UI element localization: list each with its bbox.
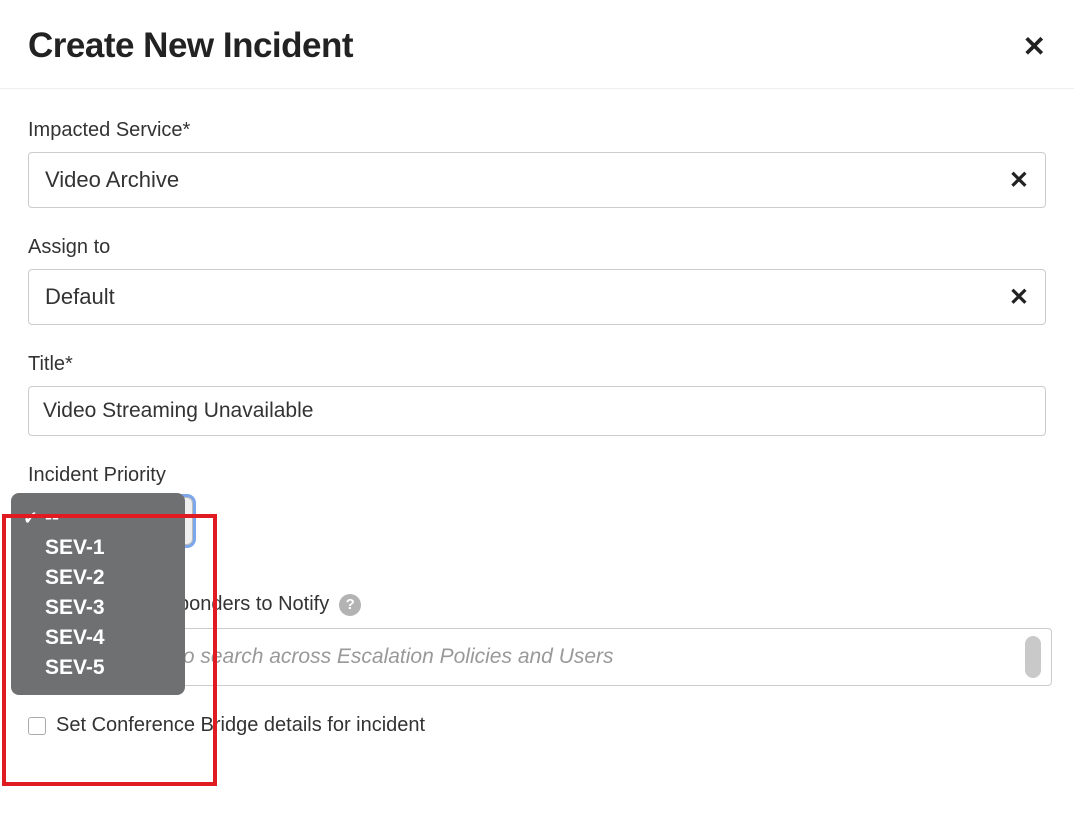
assign-to-value: Default [45, 284, 115, 310]
title-label: Title* [28, 353, 1046, 376]
assign-to-select[interactable]: Default ✕ [28, 269, 1046, 325]
option-label: SEV-2 [45, 566, 105, 590]
option-label: SEV-3 [45, 596, 105, 620]
conference-bridge-row: Set Conference Bridge details for incide… [28, 714, 1046, 737]
title-field: Title* [28, 353, 1046, 436]
close-icon[interactable]: ✕ [1023, 30, 1046, 63]
assign-to-label: Assign to [28, 236, 1046, 259]
impacted-service-label: Impacted Service* [28, 119, 1046, 142]
assign-to-field: Assign to Default ✕ [28, 236, 1046, 325]
form-body: Impacted Service* Video Archive ✕ Assign… [0, 89, 1074, 737]
check-icon: ✓ [23, 508, 45, 529]
priority-option-sev2[interactable]: SEV-2 [11, 563, 185, 593]
priority-dropdown-menu: ✓ -- SEV-1 SEV-2 SEV-3 SEV-4 [11, 493, 185, 695]
clear-icon[interactable]: ✕ [1009, 166, 1029, 195]
conference-bridge-label: Set Conference Bridge details for incide… [56, 714, 425, 737]
clear-icon[interactable]: ✕ [1009, 283, 1029, 312]
modal-header: Create New Incident ✕ [0, 0, 1074, 89]
impacted-service-field: Impacted Service* Video Archive ✕ [28, 119, 1046, 208]
option-label: SEV-4 [45, 626, 105, 650]
title-input[interactable] [28, 386, 1046, 436]
option-label: -- [45, 506, 59, 530]
impacted-service-value: Video Archive [45, 167, 179, 193]
modal-title: Create New Incident [28, 26, 353, 66]
priority-field: Incident Priority ▲▼ ✓ -- SEV-1 [28, 464, 1046, 545]
responders-input[interactable] [45, 645, 1025, 669]
priority-label: Incident Priority [28, 464, 1046, 487]
impacted-service-select[interactable]: Video Archive ✕ [28, 152, 1046, 208]
option-label: SEV-1 [45, 536, 105, 560]
priority-option-none[interactable]: ✓ -- [11, 503, 185, 533]
priority-option-sev3[interactable]: SEV-3 [11, 593, 185, 623]
conference-bridge-checkbox[interactable] [28, 717, 46, 735]
scrollbar-thumb[interactable] [1025, 636, 1041, 678]
option-label: SEV-5 [45, 656, 105, 680]
priority-option-sev4[interactable]: SEV-4 [11, 623, 185, 653]
priority-option-sev5[interactable]: SEV-5 [11, 653, 185, 683]
help-icon[interactable]: ? [339, 594, 361, 616]
priority-option-sev1[interactable]: SEV-1 [11, 533, 185, 563]
